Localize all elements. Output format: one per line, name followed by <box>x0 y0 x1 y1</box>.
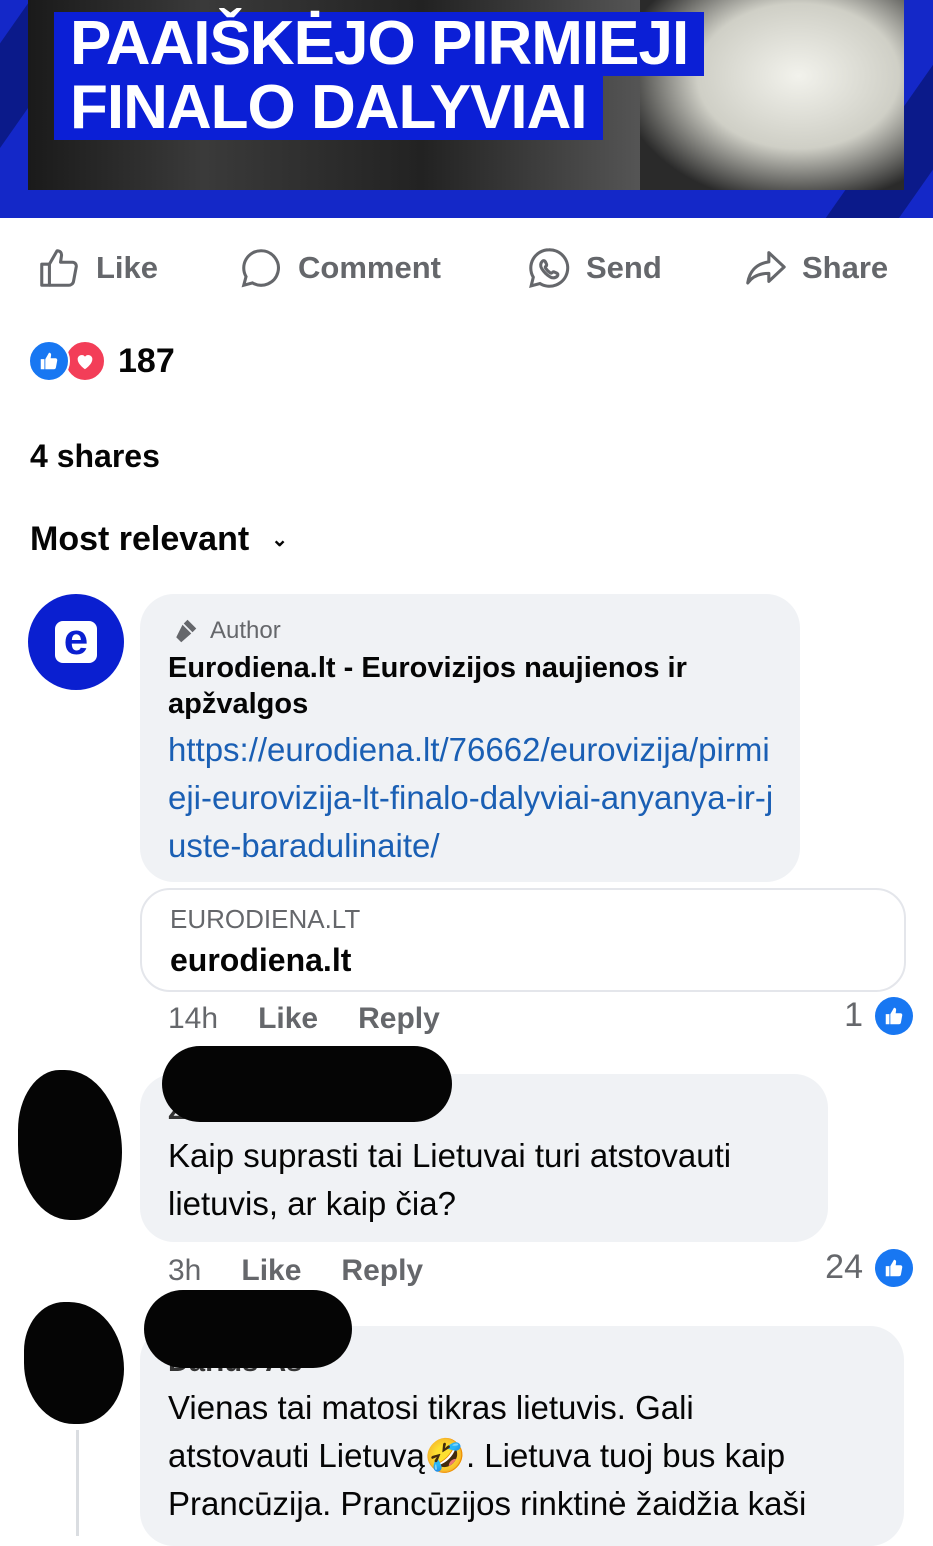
comment-text-line-2: atstovauti Lietuvą🤣. Lietuva tuoj bus ka… <box>168 1432 785 1480</box>
eurodiena-logo-icon: e <box>55 618 97 663</box>
post-image[interactable]: PAAIŠKĖJO PIRMIEJI FINALO DALYVIAI <box>0 0 933 218</box>
laughing-emoji-icon: 🤣 <box>424 1437 466 1474</box>
commenter-name[interactable]: Eurodiena.lt - Eurovizijos naujienos ir … <box>168 650 778 722</box>
comment-time: 14h <box>168 1002 219 1035</box>
redacted-avatar[interactable] <box>18 1070 122 1220</box>
comment-link[interactable]: https://eurodiena.lt/76662/eurovizija/pi… <box>168 726 788 870</box>
like-label: Like <box>96 250 159 285</box>
author-badge-label: Author <box>210 617 281 644</box>
like-count-value: 1 <box>844 996 863 1034</box>
chevron-down-icon: ⌄ <box>271 529 288 551</box>
comment-like-button[interactable]: Like <box>241 1254 301 1288</box>
comment-text-line-3: Prancūzija. Prancūzijos rinktinė žaidžia… <box>168 1485 807 1522</box>
comment-text-part: atstovauti Lietuvą <box>168 1437 425 1474</box>
comment-reply-button[interactable]: Reply <box>358 1002 440 1036</box>
redaction-mark <box>162 1046 452 1122</box>
redaction-mark <box>144 1290 352 1368</box>
reply-thread-line <box>76 1430 79 1536</box>
share-button[interactable]: Share <box>742 240 888 296</box>
link-preview-card[interactable]: EURODIENA.LT eurodiena.lt <box>140 888 906 992</box>
author-avatar[interactable]: e <box>28 594 124 690</box>
image-headline: PAAIŠKĖJO PIRMIEJI FINALO DALYVIAI <box>54 12 705 140</box>
reactions-summary[interactable]: 187 <box>28 340 175 382</box>
share-label: Share <box>802 250 889 285</box>
comment-time: 3h <box>168 1254 202 1287</box>
comment-like-button[interactable]: Like <box>258 1002 318 1036</box>
comment-sort-dropdown[interactable]: Most relevant ⌄ <box>30 520 288 559</box>
comment-meta: 14h Like Reply <box>168 1002 440 1036</box>
preview-title: eurodiena.lt <box>170 942 352 978</box>
love-reaction-icon <box>64 340 106 382</box>
reaction-count: 187 <box>118 341 175 380</box>
preview-domain: EURODIENA.LT <box>170 904 361 934</box>
comment-like-count[interactable]: 1 <box>844 996 913 1035</box>
send-button[interactable]: Send <box>526 240 662 296</box>
like-badge-icon <box>875 1248 913 1287</box>
like-button[interactable]: Like <box>36 240 158 296</box>
comment-reply-button[interactable]: Reply <box>341 1254 423 1288</box>
comment-text: Kaip suprasti tai Lietuvai turi atstovau… <box>168 1137 732 1222</box>
like-badge-icon <box>875 996 913 1035</box>
microphone-icon <box>173 619 197 643</box>
messenger-icon <box>529 248 570 288</box>
comment-text-line-1: Vienas tai matosi tikras lietuvis. Gali <box>168 1389 694 1426</box>
send-label: Send <box>586 250 662 285</box>
headline-line-2: FINALO DALYVIAI <box>54 76 603 140</box>
comment-text-part: . Lietuva tuoj bus kaip <box>465 1437 786 1474</box>
comment-meta: 3h Like Reply <box>168 1254 423 1288</box>
redacted-avatar[interactable] <box>24 1302 124 1424</box>
author-badge: Author <box>170 616 281 646</box>
sort-label: Most relevant <box>30 520 250 558</box>
shares-count[interactable]: 4 shares <box>30 438 160 475</box>
comment-like-count[interactable]: 24 <box>825 1248 913 1287</box>
like-reaction-icon <box>28 340 70 382</box>
like-count-value: 24 <box>825 1248 863 1286</box>
comment-button[interactable]: Comment <box>238 240 441 296</box>
comment-bubble[interactable]: Author Eurodiena.lt - Eurovizijos naujie… <box>140 594 800 882</box>
headline-line-1: PAAIŠKĖJO PIRMIEJI <box>54 12 705 76</box>
post-action-bar: Like Comment Send Share <box>0 240 933 296</box>
share-icon <box>746 251 786 285</box>
comment-label: Comment <box>298 250 441 285</box>
comment-icon <box>241 249 280 288</box>
thumbs-up-icon <box>40 249 78 287</box>
